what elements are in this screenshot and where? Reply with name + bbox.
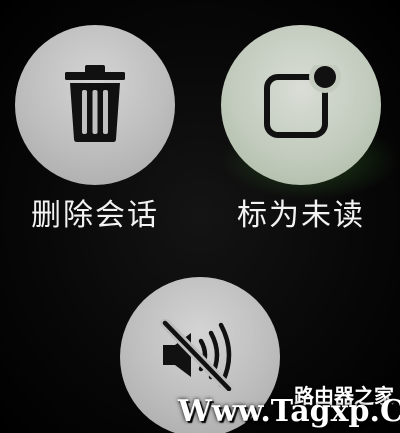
trash-icon — [65, 63, 125, 147]
watch-screen: 删除会话 标为未读 路由器之家 Www.Tagxp.Com — [0, 0, 400, 433]
mark-unread-button[interactable] — [221, 25, 381, 185]
watermark-url: Www.Tagxp.Com — [178, 394, 400, 429]
unread-badge-icon — [261, 61, 341, 145]
delete-conversation-label: 删除会话 — [31, 198, 159, 233]
site-watermark: 路由器之家 Www.Tagxp.Com — [178, 384, 400, 429]
delete-conversation-button[interactable] — [15, 25, 175, 185]
mark-unread-label: 标为未读 — [237, 198, 365, 233]
